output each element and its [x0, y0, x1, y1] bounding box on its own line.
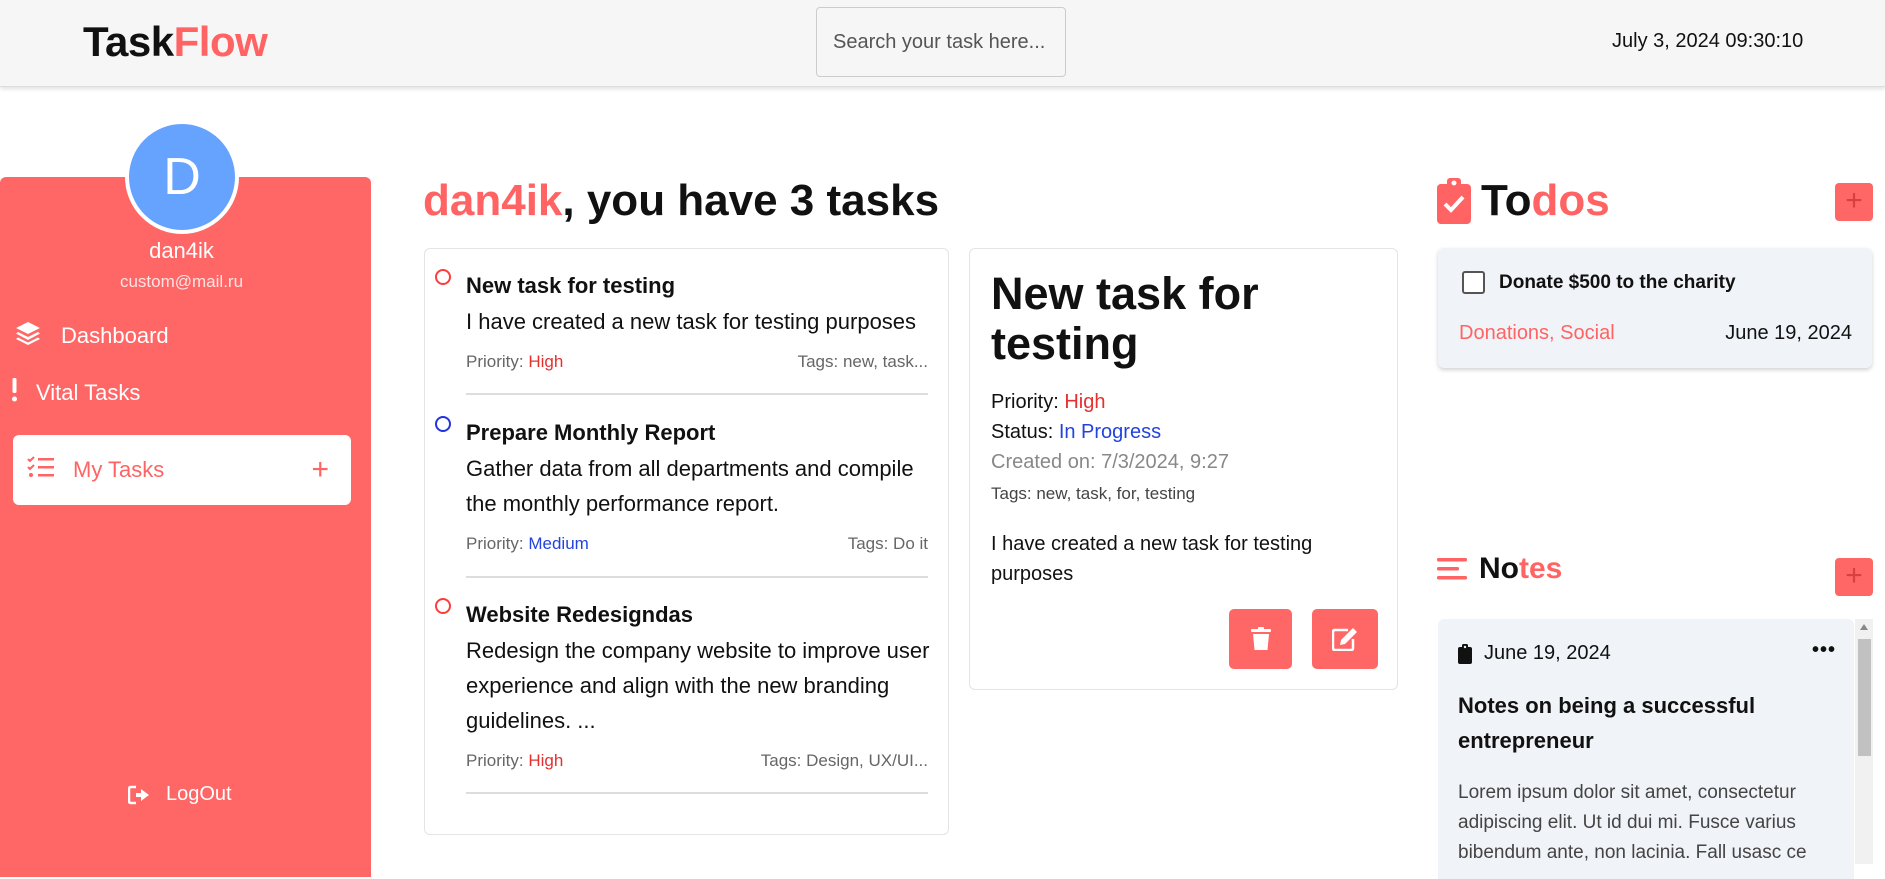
- page-title: dan4ik, you have 3 tasks: [423, 176, 939, 226]
- note-body: Lorem ipsum dolor sit amet, consectetur …: [1458, 782, 1807, 863]
- detail-priority: Priority: High: [991, 391, 1105, 414]
- todo-checkbox[interactable]: [1462, 271, 1485, 294]
- sidebar-item-dashboard[interactable]: Dashboard: [14, 320, 169, 352]
- task-tags: Tags: Design, UX/UI...: [760, 751, 928, 770]
- task-list: New task for testing I have created a ne…: [424, 248, 949, 835]
- note-date-row: June 19, 2024: [1458, 642, 1611, 665]
- task-priority: Priority: Medium: [466, 534, 589, 554]
- current-datetime: July 3, 2024 09:30:10: [1612, 30, 1804, 52]
- menu-lines-icon: [1437, 558, 1467, 580]
- exclamation-icon: [12, 378, 18, 408]
- priority-dot-icon: [435, 598, 451, 614]
- logout-label: LogOut: [166, 783, 232, 805]
- todo-date: June 19, 2024: [1725, 322, 1852, 344]
- detail-tags: Tags: new, task, for, testing: [991, 484, 1196, 503]
- add-todo-button[interactable]: +: [1835, 183, 1873, 221]
- task-title: Prepare Monthly Report: [466, 420, 716, 445]
- top-bar: TaskFlow July 3, 2024 09:30:10: [0, 0, 1885, 87]
- user-email: custom@mail.ru: [119, 272, 244, 291]
- task-tags: Tags: Do it: [847, 534, 928, 553]
- edit-icon: [1332, 628, 1357, 651]
- avatar[interactable]: D: [125, 120, 239, 234]
- task-detail-panel: New task for testing Priority: High Stat…: [969, 248, 1398, 690]
- task-title: Website Redesigndas: [466, 602, 693, 627]
- sidebar-item-label: Vital Tasks: [36, 380, 141, 405]
- notes-scrollbar[interactable]: [1855, 619, 1873, 864]
- status-label: Status:: [991, 421, 1059, 443]
- note-item[interactable]: June 19, 2024 ••• Notes on being a succe…: [1438, 619, 1854, 879]
- task-priority: Priority: High: [466, 751, 563, 771]
- logout-icon: [128, 785, 149, 804]
- edit-button[interactable]: [1312, 609, 1378, 669]
- priority-value: High: [528, 751, 564, 770]
- sidebar-item-vital-tasks[interactable]: Vital Tasks: [12, 378, 140, 408]
- detail-created: Created on: 7/3/2024, 9:27: [991, 451, 1229, 473]
- sidebar-item-label: My Tasks: [73, 457, 165, 482]
- priority-label: Priority:: [466, 534, 529, 553]
- logout-button[interactable]: LogOut: [128, 783, 232, 806]
- detail-title: New task for testing: [991, 268, 1259, 369]
- priority-value: High: [1064, 391, 1106, 413]
- list-check-icon: [27, 456, 55, 484]
- more-options-icon[interactable]: •••: [1812, 639, 1836, 662]
- notes-title-part1: No: [1479, 552, 1519, 585]
- logo-text-task: Task: [83, 18, 174, 65]
- sidebar-item-my-tasks[interactable]: My Tasks +: [13, 435, 351, 505]
- search-input[interactable]: [816, 7, 1066, 77]
- divider: [466, 576, 928, 578]
- note-date: June 19, 2024: [1484, 642, 1611, 664]
- app-logo[interactable]: TaskFlow: [83, 18, 268, 66]
- task-description: I have created a new task for testing pu…: [466, 309, 917, 334]
- notes-title-part2: tes: [1519, 552, 1563, 585]
- status-value: In Progress: [1058, 421, 1162, 443]
- todos-header: To dos: [1437, 176, 1610, 226]
- user-name: dan4ik: [149, 238, 214, 263]
- clipboard-icon: [1458, 643, 1472, 664]
- scroll-up-arrow-icon[interactable]: [1860, 624, 1868, 630]
- task-description: Gather data from all departments and com…: [466, 456, 914, 516]
- note-title: Notes on being a successful entrepreneur: [1458, 693, 1756, 753]
- layers-icon: [14, 320, 42, 352]
- add-note-button[interactable]: +: [1835, 558, 1873, 596]
- todos-title-part2: dos: [1531, 176, 1610, 225]
- task-priority: Priority: High: [466, 352, 563, 372]
- trash-icon: [1250, 627, 1271, 650]
- task-meta: Priority: High Tags: new, task...: [466, 352, 928, 372]
- clipboard-check-icon: [1437, 178, 1471, 224]
- todo-text: Donate $500 to the charity: [1499, 272, 1736, 293]
- task-meta: Priority: Medium Tags: Do it: [466, 534, 928, 554]
- scroll-thumb[interactable]: [1858, 639, 1871, 756]
- sidebar-item-label: Dashboard: [61, 323, 169, 348]
- priority-dot-icon: [435, 269, 451, 285]
- task-title: New task for testing: [466, 273, 676, 298]
- detail-status: Status: In Progress: [991, 421, 1161, 444]
- notes-header: No tes: [1437, 552, 1562, 586]
- priority-value: High: [528, 352, 564, 371]
- divider: [466, 393, 928, 395]
- priority-label: Priority:: [466, 751, 529, 770]
- add-task-button[interactable]: +: [311, 455, 329, 485]
- todo-tags: Donations, Social: [1459, 322, 1615, 344]
- divider: [466, 792, 928, 794]
- todos-title-part1: To: [1481, 176, 1532, 225]
- task-tags: Tags: new, task...: [797, 352, 928, 371]
- greeting-text: , you have 3 tasks: [562, 176, 940, 225]
- task-description: Redesign the company website to improve …: [466, 638, 930, 733]
- greeting-name: dan4ik: [423, 176, 563, 225]
- task-meta: Priority: High Tags: Design, UX/UI...: [466, 751, 928, 771]
- priority-label: Priority:: [991, 391, 1065, 413]
- logo-text-flow: Flow: [173, 18, 268, 65]
- priority-dot-icon: [435, 416, 451, 432]
- todo-item[interactable]: Donate $500 to the charity Donations, So…: [1438, 248, 1872, 368]
- detail-description: I have created a new task for testing pu…: [991, 533, 1313, 585]
- priority-value: Medium: [528, 534, 589, 553]
- priority-label: Priority:: [466, 352, 529, 371]
- delete-button[interactable]: [1229, 609, 1292, 669]
